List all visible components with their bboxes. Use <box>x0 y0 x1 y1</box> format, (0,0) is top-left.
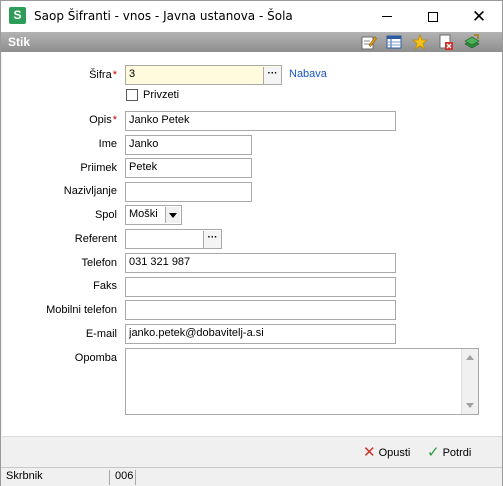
potrdi-label: Potrdi <box>442 447 472 459</box>
ime-input[interactable]: Janko <box>125 135 252 155</box>
referent-label: Referent <box>74 233 117 245</box>
export-books-icon[interactable] <box>464 34 480 50</box>
action-bar: ✕ Opusti ✓ Potrdi <box>2 436 502 467</box>
nazivljanje-input[interactable] <box>125 182 252 202</box>
maximize-icon <box>428 11 438 22</box>
status-bar: Skrbnik 006 <box>1 467 502 486</box>
status-code: 006 <box>112 470 136 485</box>
priimek-input[interactable]: Petek <box>125 158 252 178</box>
delete-document-icon[interactable] <box>438 34 454 50</box>
sifra-value: 3 <box>129 68 136 80</box>
opusti-button[interactable]: ✕ Opusti <box>363 444 411 461</box>
opomba-label: Opomba <box>74 352 117 364</box>
sifra-lookup-button[interactable]: ··· <box>263 67 281 84</box>
privzeti-checkbox[interactable] <box>126 89 138 101</box>
app-logo-icon: S <box>9 7 26 24</box>
faks-input[interactable] <box>125 277 396 297</box>
telefon-label: Telefon <box>81 257 117 269</box>
nazivljanje-label: Nazivljanje <box>63 185 117 197</box>
maximize-button[interactable] <box>410 1 456 32</box>
spol-select[interactable]: Moški <box>125 205 182 225</box>
close-button[interactable]: ✕ <box>456 1 502 32</box>
nabava-link[interactable]: Nabava <box>289 68 327 80</box>
cancel-x-icon: ✕ <box>363 444 376 461</box>
status-user: Skrbnik <box>3 470 110 485</box>
required-marker: * <box>112 69 117 81</box>
faks-label: Faks <box>93 280 117 292</box>
table-view-icon[interactable] <box>386 34 402 50</box>
mobilni-telefon-label: Mobilni telefon <box>46 304 117 316</box>
scroll-down-icon[interactable] <box>466 403 474 408</box>
dialog-window: S Saop Šifranti - vnos - Javna ustanova … <box>0 0 503 486</box>
opis-label: Opis* <box>89 114 117 126</box>
spol-value: Moški <box>129 208 158 220</box>
opusti-label: Opusti <box>378 447 411 459</box>
scroll-up-icon[interactable] <box>466 355 474 360</box>
opomba-textarea[interactable] <box>125 348 479 415</box>
checkmark-icon: ✓ <box>427 444 440 461</box>
referent-field[interactable]: ··· <box>125 229 222 249</box>
ime-label: Ime <box>98 138 117 150</box>
privzeti-label: Privzeti <box>143 89 180 101</box>
telefon-input[interactable]: 031 321 987 <box>125 253 396 273</box>
title-bar: S Saop Šifranti - vnos - Javna ustanova … <box>1 1 502 32</box>
mobilni-telefon-input[interactable] <box>125 300 396 320</box>
opis-input[interactable]: Janko Petek <box>125 111 396 131</box>
spol-label: Spol <box>94 209 117 221</box>
favorite-star-icon[interactable] <box>412 34 428 50</box>
email-input[interactable]: janko.petek@dobavitelj-a.si <box>125 324 396 344</box>
panel-header: Stik <box>1 32 502 52</box>
required-marker: * <box>112 114 117 126</box>
sifra-field[interactable]: 3 ··· <box>125 65 282 85</box>
referent-lookup-button[interactable]: ··· <box>203 231 221 248</box>
email-label: E-mail <box>85 328 117 340</box>
potrdi-button[interactable]: ✓ Potrdi <box>427 444 472 461</box>
close-icon: ✕ <box>471 7 487 26</box>
edit-note-icon[interactable] <box>361 34 377 50</box>
form-area: Šifra* 3 ··· Nabava Privzeti Opis* Janko… <box>2 52 502 436</box>
chevron-down-icon <box>169 212 177 218</box>
priimek-label: Priimek <box>80 162 117 174</box>
spol-dropdown-button[interactable] <box>165 207 180 223</box>
window-title: Saop Šifranti - vnos - Javna ustanova - … <box>34 9 293 23</box>
panel-title: Stik <box>8 35 31 49</box>
opomba-scrollbar[interactable] <box>461 349 478 414</box>
minimize-button[interactable] <box>364 1 410 32</box>
minimize-icon <box>382 16 392 17</box>
sifra-label: Šifra* <box>89 69 117 81</box>
